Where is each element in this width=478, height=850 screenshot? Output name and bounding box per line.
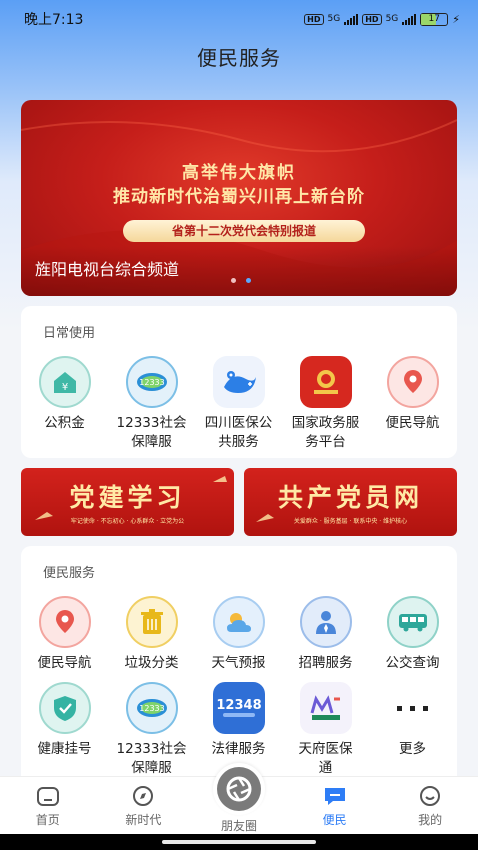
item-label: 垃圾分类 xyxy=(124,655,179,671)
network-label: 5G xyxy=(327,14,341,24)
bus-icon xyxy=(386,596,439,648)
item-label: 天府医保通 xyxy=(298,741,353,776)
svg-text:12333: 12333 xyxy=(139,704,164,713)
party-member-network-banner[interactable]: 共产党员网 关爱群众 · 服务基层 · 联系中央 · 维护核心 xyxy=(244,468,457,536)
item-label: 健康挂号 xyxy=(37,741,92,757)
compass-icon xyxy=(133,786,154,806)
banner-headline-1: 高举伟大旗帜 xyxy=(182,163,296,183)
trash-icon xyxy=(125,596,178,648)
camera-aperture-icon xyxy=(216,767,261,811)
banner-headline-2: 推动新时代治蜀兴川再上新台阶 xyxy=(113,187,365,207)
item-label: 公交查询 xyxy=(385,655,440,671)
smile-icon xyxy=(420,786,441,806)
tab-label: 便民 xyxy=(322,813,347,827)
promo-title: 共产党员网 xyxy=(277,483,423,512)
service-item-tianfu-medical[interactable]: 天府医保通 xyxy=(282,682,369,778)
item-label: 公积金 xyxy=(44,415,85,431)
social-security-icon: 12333 xyxy=(125,682,178,734)
carousel-dot-active[interactable] xyxy=(246,278,251,283)
battery-icon: 17 xyxy=(420,12,449,26)
item-label: 便民导航 xyxy=(385,415,440,431)
signal-icon xyxy=(344,13,359,25)
item-label: 便民导航 xyxy=(37,655,92,671)
daily-item-sichuan-medical[interactable]: 四川医保公共服务 xyxy=(195,356,282,452)
more-icon xyxy=(387,682,439,734)
item-label: 国家政务服务平台 xyxy=(291,415,360,450)
signal-icon xyxy=(402,13,417,25)
service-item-recruitment[interactable]: 招聘服务 xyxy=(282,596,369,673)
status-bar: 晚上7:13 HD 5G HD 5G 17 ⚡ xyxy=(0,0,478,38)
svg-text:12348: 12348 xyxy=(217,698,261,713)
carousel-dot[interactable] xyxy=(231,278,236,283)
hd-badge: HD xyxy=(362,13,382,25)
tab-mine[interactable]: 我的 xyxy=(382,777,478,834)
daily-item-navigation[interactable]: 便民导航 xyxy=(369,356,456,452)
banner-carousel[interactable]: 高举伟大旗帜 推动新时代治蜀兴川再上新台阶 省第十二次党代会特别报道 旌阳电视台… xyxy=(21,100,457,296)
service-item-health-registration[interactable]: 健康挂号 xyxy=(21,682,108,778)
daily-use-card: 日常使用 ¥ 公积金 12333 12333社会保障服 四川医保公共服务 国家政… xyxy=(21,306,457,458)
tab-label: 新时代 xyxy=(125,813,162,827)
item-label: 天气预报 xyxy=(211,655,266,671)
status-icons: HD 5G HD 5G 17 ⚡ xyxy=(304,12,460,26)
navigation-icon xyxy=(38,596,91,648)
national-gov-service-icon xyxy=(299,356,352,408)
tab-convenience[interactable]: 便民 xyxy=(287,777,383,834)
charging-icon: ⚡ xyxy=(452,12,460,26)
network-label: 5G xyxy=(385,14,399,24)
health-registration-icon xyxy=(38,682,91,734)
moments-button[interactable] xyxy=(212,763,265,815)
services-card: 便民服务 便民导航 垃圾分类 天气预报 招聘服务 公交查询 健康挂号 12333… xyxy=(21,546,457,786)
daily-item-housing-fund[interactable]: ¥ 公积金 xyxy=(21,356,108,452)
promo-subtitle: 牢记使命 · 不忘初心 · 心系群众 · 立党为公 xyxy=(70,518,185,525)
tab-moments[interactable]: 朋友圈 xyxy=(191,763,287,834)
social-security-icon: 12333 xyxy=(125,356,178,408)
service-item-more[interactable]: 更多 xyxy=(369,682,456,778)
service-item-trash[interactable]: 垃圾分类 xyxy=(108,596,195,673)
system-home-indicator xyxy=(0,834,478,850)
home-indicator-bar[interactable] xyxy=(162,840,316,844)
tianfu-medical-icon xyxy=(299,682,352,734)
home-icon xyxy=(36,787,59,806)
tab-label: 我的 xyxy=(418,813,443,827)
service-item-bus[interactable]: 公交查询 xyxy=(369,596,456,673)
svg-text:12333: 12333 xyxy=(139,378,164,387)
item-label: 12333社会保障服 xyxy=(116,741,187,776)
housing-fund-icon: ¥ xyxy=(38,356,91,408)
carousel-dots xyxy=(231,278,251,283)
item-label: 法律服务 xyxy=(211,741,266,757)
party-study-banner[interactable]: 党建学习 牢记使命 · 不忘初心 · 心系群众 · 立党为公 xyxy=(21,468,234,536)
item-label: 招聘服务 xyxy=(298,655,353,671)
tab-new-era[interactable]: 新时代 xyxy=(96,777,192,834)
page-title: 便民服务 xyxy=(197,46,281,70)
services-grid-row-1: 便民导航 垃圾分类 天气预报 招聘服务 公交查询 xyxy=(21,596,457,673)
chat-bubble-icon xyxy=(324,788,345,805)
tab-label: 首页 xyxy=(35,813,60,827)
medical-insurance-icon xyxy=(212,356,265,408)
bottom-tab-bar: 首页 新时代 朋友圈 便民 我的 xyxy=(0,763,478,834)
banner-subtitle-pill: 省第十二次党代会特别报道 xyxy=(123,220,365,242)
promo-title: 党建学习 xyxy=(69,483,186,512)
status-time: 晚上7:13 xyxy=(24,12,84,28)
service-item-navigation[interactable]: 便民导航 xyxy=(21,596,108,673)
tab-home[interactable]: 首页 xyxy=(0,777,96,834)
daily-use-grid: ¥ 公积金 12333 12333社会保障服 四川医保公共服务 国家政务服务平台 xyxy=(21,356,457,452)
svg-text:¥: ¥ xyxy=(61,382,67,393)
navigation-icon xyxy=(386,356,439,408)
daily-item-national-gov[interactable]: 国家政务服务平台 xyxy=(282,356,369,452)
weather-icon xyxy=(212,596,265,648)
service-item-12333[interactable]: 12333 12333社会保障服 xyxy=(108,682,195,778)
item-label: 更多 xyxy=(399,741,426,757)
hd-badge: HD xyxy=(304,13,324,25)
item-label: 12333社会保障服 xyxy=(116,415,187,450)
banner-caption: 旌阳电视台综合频道 xyxy=(35,260,180,279)
daily-use-title: 日常使用 xyxy=(43,326,96,341)
recruitment-icon xyxy=(299,596,352,648)
daily-item-12333[interactable]: 12333 12333社会保障服 xyxy=(108,356,195,452)
service-item-weather[interactable]: 天气预报 xyxy=(195,596,282,673)
services-title: 便民服务 xyxy=(43,566,96,581)
promo-subtitle: 关爱群众 · 服务基层 · 联系中央 · 维护核心 xyxy=(293,518,408,525)
legal-service-icon: 12348 xyxy=(212,682,265,734)
tab-label: 朋友圈 xyxy=(220,819,257,833)
item-label: 四川医保公共服务 xyxy=(204,415,273,450)
